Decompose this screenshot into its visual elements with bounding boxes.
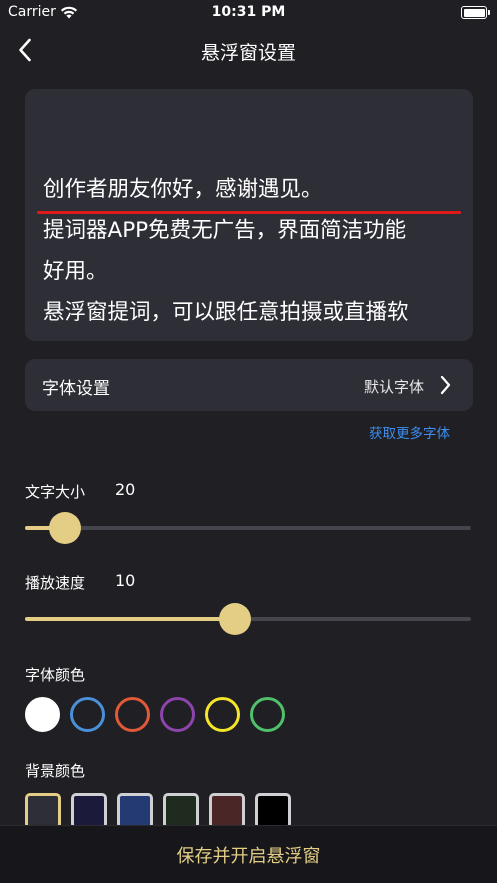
font-color-option[interactable] — [115, 697, 150, 732]
text-size-label: 文字大小 — [25, 483, 86, 501]
bg-color-option[interactable] — [71, 793, 107, 829]
font-color-option[interactable] — [160, 697, 195, 732]
play-speed-value: 10 — [115, 571, 136, 590]
slider-fill — [25, 617, 235, 621]
font-color-option[interactable] — [205, 697, 240, 732]
nav-bar: 悬浮窗设置 — [0, 26, 497, 76]
bottom-bar: 保存并开启悬浮窗 — [0, 825, 497, 883]
slider-thumb[interactable] — [218, 603, 251, 635]
font-setting-label: 字体设置 — [42, 379, 110, 399]
slider-track — [25, 526, 471, 530]
font-color-option[interactable] — [70, 697, 105, 732]
status-time: 10:31 PM — [211, 4, 286, 20]
font-color-option[interactable] — [250, 697, 285, 732]
bg-color-options — [25, 793, 291, 829]
battery-icon — [461, 6, 490, 19]
font-setting-row[interactable]: 字体设置 默认字体 — [25, 359, 473, 411]
bg-color-label: 背景颜色 — [25, 762, 86, 780]
bg-color-option[interactable] — [255, 793, 291, 829]
chevron-right-icon — [440, 375, 451, 395]
text-size-slider[interactable] — [25, 511, 471, 545]
status-bar: Carrier 10:31 PM — [0, 0, 497, 26]
more-fonts-link[interactable]: 获取更多字体 — [369, 422, 450, 442]
text-size-value: 20 — [115, 480, 136, 499]
page-title: 悬浮窗设置 — [200, 42, 296, 64]
font-color-options — [25, 697, 285, 732]
play-speed-slider[interactable] — [25, 602, 471, 636]
play-speed-label: 播放速度 — [25, 574, 86, 592]
preview-text: 创作者朋友你好，感谢遇见。 提词器APP免费无广告，界面简洁功能 好用。 悬浮窗… — [43, 177, 409, 325]
font-setting-value: 默认字体 — [363, 378, 424, 396]
bg-color-option[interactable] — [209, 793, 245, 829]
save-and-open-button[interactable]: 保存并开启悬浮窗 — [0, 842, 497, 868]
teleprompter-preview: 创作者朋友你好，感谢遇见。 提词器APP免费无广告，界面简洁功能 好用。 悬浮窗… — [25, 89, 473, 341]
font-color-option[interactable] — [25, 697, 60, 732]
font-color-label: 字体颜色 — [25, 666, 86, 684]
slider-thumb[interactable] — [49, 512, 82, 544]
reading-marker-line — [37, 211, 461, 214]
bg-color-option[interactable] — [117, 793, 153, 829]
bg-color-option[interactable] — [163, 793, 199, 829]
bg-color-option[interactable] — [25, 793, 61, 829]
